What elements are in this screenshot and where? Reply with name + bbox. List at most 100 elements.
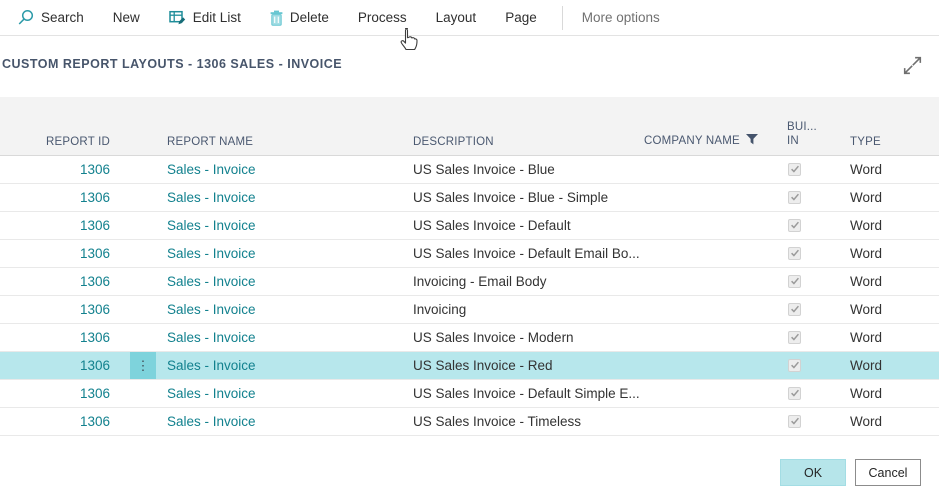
report-name-link[interactable]: Sales - Invoice: [167, 414, 256, 429]
description-cell: US Sales Invoice - Blue: [413, 162, 644, 177]
search-icon: [17, 9, 34, 26]
built-in-checkbox: [788, 331, 801, 344]
built-in-checkbox: [788, 275, 801, 288]
delete-label: Delete: [290, 10, 329, 25]
description-cell: US Sales Invoice - Blue - Simple: [413, 190, 644, 205]
column-header-report-id[interactable]: REPORT ID: [0, 136, 110, 148]
report-name-link[interactable]: Sales - Invoice: [167, 246, 256, 261]
process-label: Process: [358, 10, 407, 25]
report-id-link[interactable]: 1306: [80, 190, 110, 205]
delete-button[interactable]: Delete: [270, 10, 329, 26]
type-cell: Word: [850, 190, 939, 205]
search-label: Search: [41, 10, 84, 25]
type-cell: Word: [850, 274, 939, 289]
report-id-link[interactable]: 1306: [80, 218, 110, 233]
company-name-label: COMPANY NAME: [644, 135, 740, 147]
column-header-spacer: [110, 97, 167, 148]
delete-icon: [270, 10, 283, 26]
description-cell: US Sales Invoice - Default Email Bo...: [413, 246, 644, 261]
type-cell: Word: [850, 302, 939, 317]
filter-icon: [746, 134, 758, 148]
built-in-checkbox: [788, 247, 801, 260]
description-cell: US Sales Invoice - Timeless: [413, 414, 644, 429]
report-id-link[interactable]: 1306: [80, 302, 110, 317]
report-name-link[interactable]: Sales - Invoice: [167, 302, 256, 317]
report-id-link[interactable]: 1306: [80, 274, 110, 289]
report-id-link[interactable]: 1306: [80, 386, 110, 401]
action-toolbar: Search New Edit List: [0, 0, 939, 36]
report-name-link[interactable]: Sales - Invoice: [167, 386, 256, 401]
ok-button[interactable]: OK: [780, 459, 846, 486]
column-header-report-name[interactable]: REPORT NAME: [167, 136, 413, 148]
description-cell: US Sales Invoice - Default Simple E...: [413, 386, 644, 401]
report-name-link[interactable]: Sales - Invoice: [167, 358, 256, 373]
page-title: CUSTOM REPORT LAYOUTS - 1306 SALES - INV…: [2, 57, 342, 71]
table-row[interactable]: 1306 Sales - Invoice US Sales Invoice - De…: [0, 212, 939, 240]
report-name-link[interactable]: Sales - Invoice: [167, 162, 256, 177]
report-id-link[interactable]: 1306: [80, 358, 110, 373]
type-cell: Word: [850, 358, 939, 373]
toolbar-divider: [562, 6, 563, 30]
type-cell: Word: [850, 330, 939, 345]
report-id-link[interactable]: 1306: [80, 330, 110, 345]
layout-button[interactable]: Layout: [436, 10, 477, 25]
report-id-link[interactable]: 1306: [80, 246, 110, 261]
description-cell: US Sales Invoice - Red: [413, 358, 644, 373]
report-id-link[interactable]: 1306: [80, 162, 110, 177]
built-in-checkbox: [788, 163, 801, 176]
built-in-checkbox: [788, 359, 801, 372]
table-row[interactable]: 1306 Sales - Invoice Invoicing Word: [0, 296, 939, 324]
built-in-label-line2: IN: [787, 134, 850, 148]
custom-report-layouts-window: Search New Edit List: [0, 0, 939, 500]
report-id-link[interactable]: 1306: [80, 414, 110, 429]
table-row[interactable]: 1306 Sales - Invoice Invoicing - Email Bod…: [0, 268, 939, 296]
table-row[interactable]: 1306 Sales - Invoice US Sales Invoice - Mo…: [0, 324, 939, 352]
built-in-checkbox: [788, 191, 801, 204]
column-header-company-name[interactable]: COMPANY NAME: [644, 134, 787, 148]
row-context-menu-icon[interactable]: ⋮: [130, 352, 156, 379]
page-button[interactable]: Page: [505, 10, 537, 25]
type-cell: Word: [850, 162, 939, 177]
built-in-checkbox: [788, 415, 801, 428]
expand-icon: [900, 53, 925, 83]
report-name-link[interactable]: Sales - Invoice: [167, 274, 256, 289]
type-cell: Word: [850, 246, 939, 261]
table-row[interactable]: 1306 Sales - Invoice US Sales Invoice - De…: [0, 240, 939, 268]
column-header-description[interactable]: DESCRIPTION: [413, 136, 644, 148]
page-label: Page: [505, 10, 537, 25]
cancel-button[interactable]: Cancel: [855, 459, 921, 486]
report-name-link[interactable]: Sales - Invoice: [167, 330, 256, 345]
table-row[interactable]: 1306 Sales - Invoice US Sales Invoice - Ti…: [0, 408, 939, 436]
edit-list-label: Edit List: [193, 10, 241, 25]
process-button[interactable]: Process: [358, 10, 407, 25]
table-row[interactable]: 1306 ⋮ Sales - Invoice US Sales Invoice - R…: [0, 352, 939, 380]
more-options-button[interactable]: More options: [582, 10, 660, 25]
new-label: New: [113, 10, 140, 25]
table-row[interactable]: 1306 Sales - Invoice US Sales Invoice - Bl…: [0, 156, 939, 184]
description-cell: US Sales Invoice - Modern: [413, 330, 644, 345]
edit-list-icon: [169, 10, 186, 25]
description-cell: Invoicing - Email Body: [413, 274, 644, 289]
layout-label: Layout: [436, 10, 477, 25]
description-cell: US Sales Invoice - Default: [413, 218, 644, 233]
built-in-label-line1: BUI...: [787, 120, 850, 134]
table-body: 1306 Sales - Invoice US Sales Invoice - Bl…: [0, 156, 939, 436]
description-cell: Invoicing: [413, 302, 644, 317]
built-in-checkbox: [788, 303, 801, 316]
expand-button[interactable]: [898, 54, 926, 82]
table-row[interactable]: 1306 Sales - Invoice US Sales Invoice - Bl…: [0, 184, 939, 212]
column-header-built-in[interactable]: BUI... IN: [787, 120, 850, 148]
column-header-type[interactable]: TYPE: [850, 136, 939, 148]
table-row[interactable]: 1306 Sales - Invoice US Sales Invoice - De…: [0, 380, 939, 408]
type-cell: Word: [850, 386, 939, 401]
report-name-link[interactable]: Sales - Invoice: [167, 190, 256, 205]
report-name-link[interactable]: Sales - Invoice: [167, 218, 256, 233]
new-button[interactable]: New: [113, 10, 140, 25]
built-in-checkbox: [788, 219, 801, 232]
built-in-checkbox: [788, 387, 801, 400]
table-header: REPORT ID REPORT NAME DESCRIPTION COMPAN…: [0, 97, 939, 156]
type-cell: Word: [850, 218, 939, 233]
type-cell: Word: [850, 414, 939, 429]
edit-list-button[interactable]: Edit List: [169, 10, 241, 25]
search-button[interactable]: Search: [17, 9, 84, 26]
